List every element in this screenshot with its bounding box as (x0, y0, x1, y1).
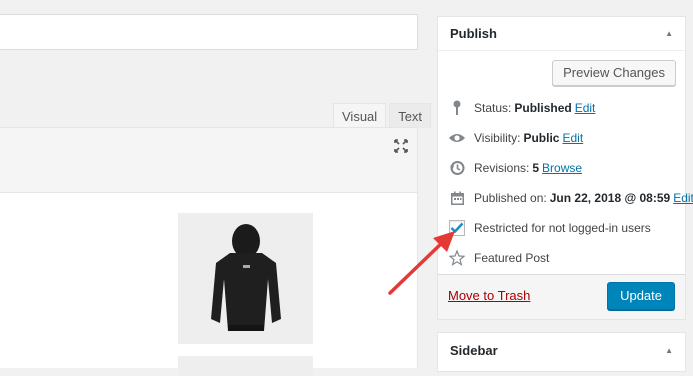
editor-tabs: Visual Text (333, 103, 432, 128)
move-to-trash-link[interactable]: Move to Trash (448, 288, 530, 303)
published-on-edit-link[interactable]: Edit (673, 191, 693, 205)
status-label: Status: (474, 101, 512, 115)
restricted-checkbox[interactable] (449, 220, 465, 236)
editor-toolbar (0, 127, 418, 193)
revisions-value: 5 (532, 161, 540, 175)
calendar-icon (448, 189, 466, 207)
sidebar-box: Sidebar ▲ (437, 332, 686, 372)
published-on-value: Jun 22, 2018 @ 08:59 (549, 191, 671, 205)
published-on-label: Published on: (474, 191, 547, 205)
eye-icon (448, 129, 466, 147)
tab-visual[interactable]: Visual (333, 103, 387, 128)
star-icon[interactable] (448, 249, 466, 267)
restricted-label[interactable]: Restricted for not logged-in users (474, 221, 651, 235)
pin-icon (448, 99, 466, 117)
featured-label: Featured Post (474, 251, 550, 265)
restricted-row: Restricted for not logged-in users (438, 213, 685, 243)
sidebar-box-title: Sidebar (450, 342, 498, 358)
revisions-browse-link[interactable]: Browse (542, 161, 582, 175)
collapse-arrow-icon[interactable]: ▲ (665, 346, 673, 355)
publish-box-header[interactable]: Publish ▲ (438, 17, 685, 51)
tab-text[interactable]: Text (389, 103, 432, 128)
revisions-label: Revisions: (474, 161, 530, 175)
revisions-row: Revisions: 5 Browse (438, 153, 685, 183)
published-on-row: Published on: Jun 22, 2018 @ 08:59 Edit (438, 183, 693, 213)
collapse-arrow-icon[interactable]: ▲ (665, 29, 673, 38)
visibility-label: Visibility: (474, 131, 521, 145)
status-edit-link[interactable]: Edit (575, 101, 596, 115)
sidebar-box-header[interactable]: Sidebar ▲ (438, 333, 685, 367)
visibility-row: Visibility: Public Edit (438, 123, 685, 153)
featured-row: Featured Post (438, 243, 685, 273)
update-button[interactable]: Update (607, 282, 675, 310)
hoodie-image[interactable] (178, 213, 313, 344)
checkmark-icon (450, 222, 464, 234)
publish-title: Publish (450, 26, 497, 41)
editor-content[interactable] (0, 193, 418, 376)
publish-actions: Move to Trash Update (438, 274, 685, 319)
status-row: Status: Published Edit (438, 93, 685, 123)
publish-box: Publish ▲ Preview Changes Status: Publis… (437, 16, 693, 320)
restricted-checkbox-wrap (448, 219, 466, 237)
post-title-input[interactable] (0, 14, 418, 50)
history-icon (448, 159, 466, 177)
fullscreen-icon[interactable] (393, 138, 409, 154)
preview-row: Preview Changes (438, 51, 685, 93)
preview-changes-button[interactable]: Preview Changes (552, 60, 676, 86)
visibility-value: Public (523, 131, 560, 145)
product-image-secondary[interactable] (178, 356, 313, 376)
status-value: Published (514, 101, 572, 115)
visibility-edit-link[interactable]: Edit (562, 131, 583, 145)
